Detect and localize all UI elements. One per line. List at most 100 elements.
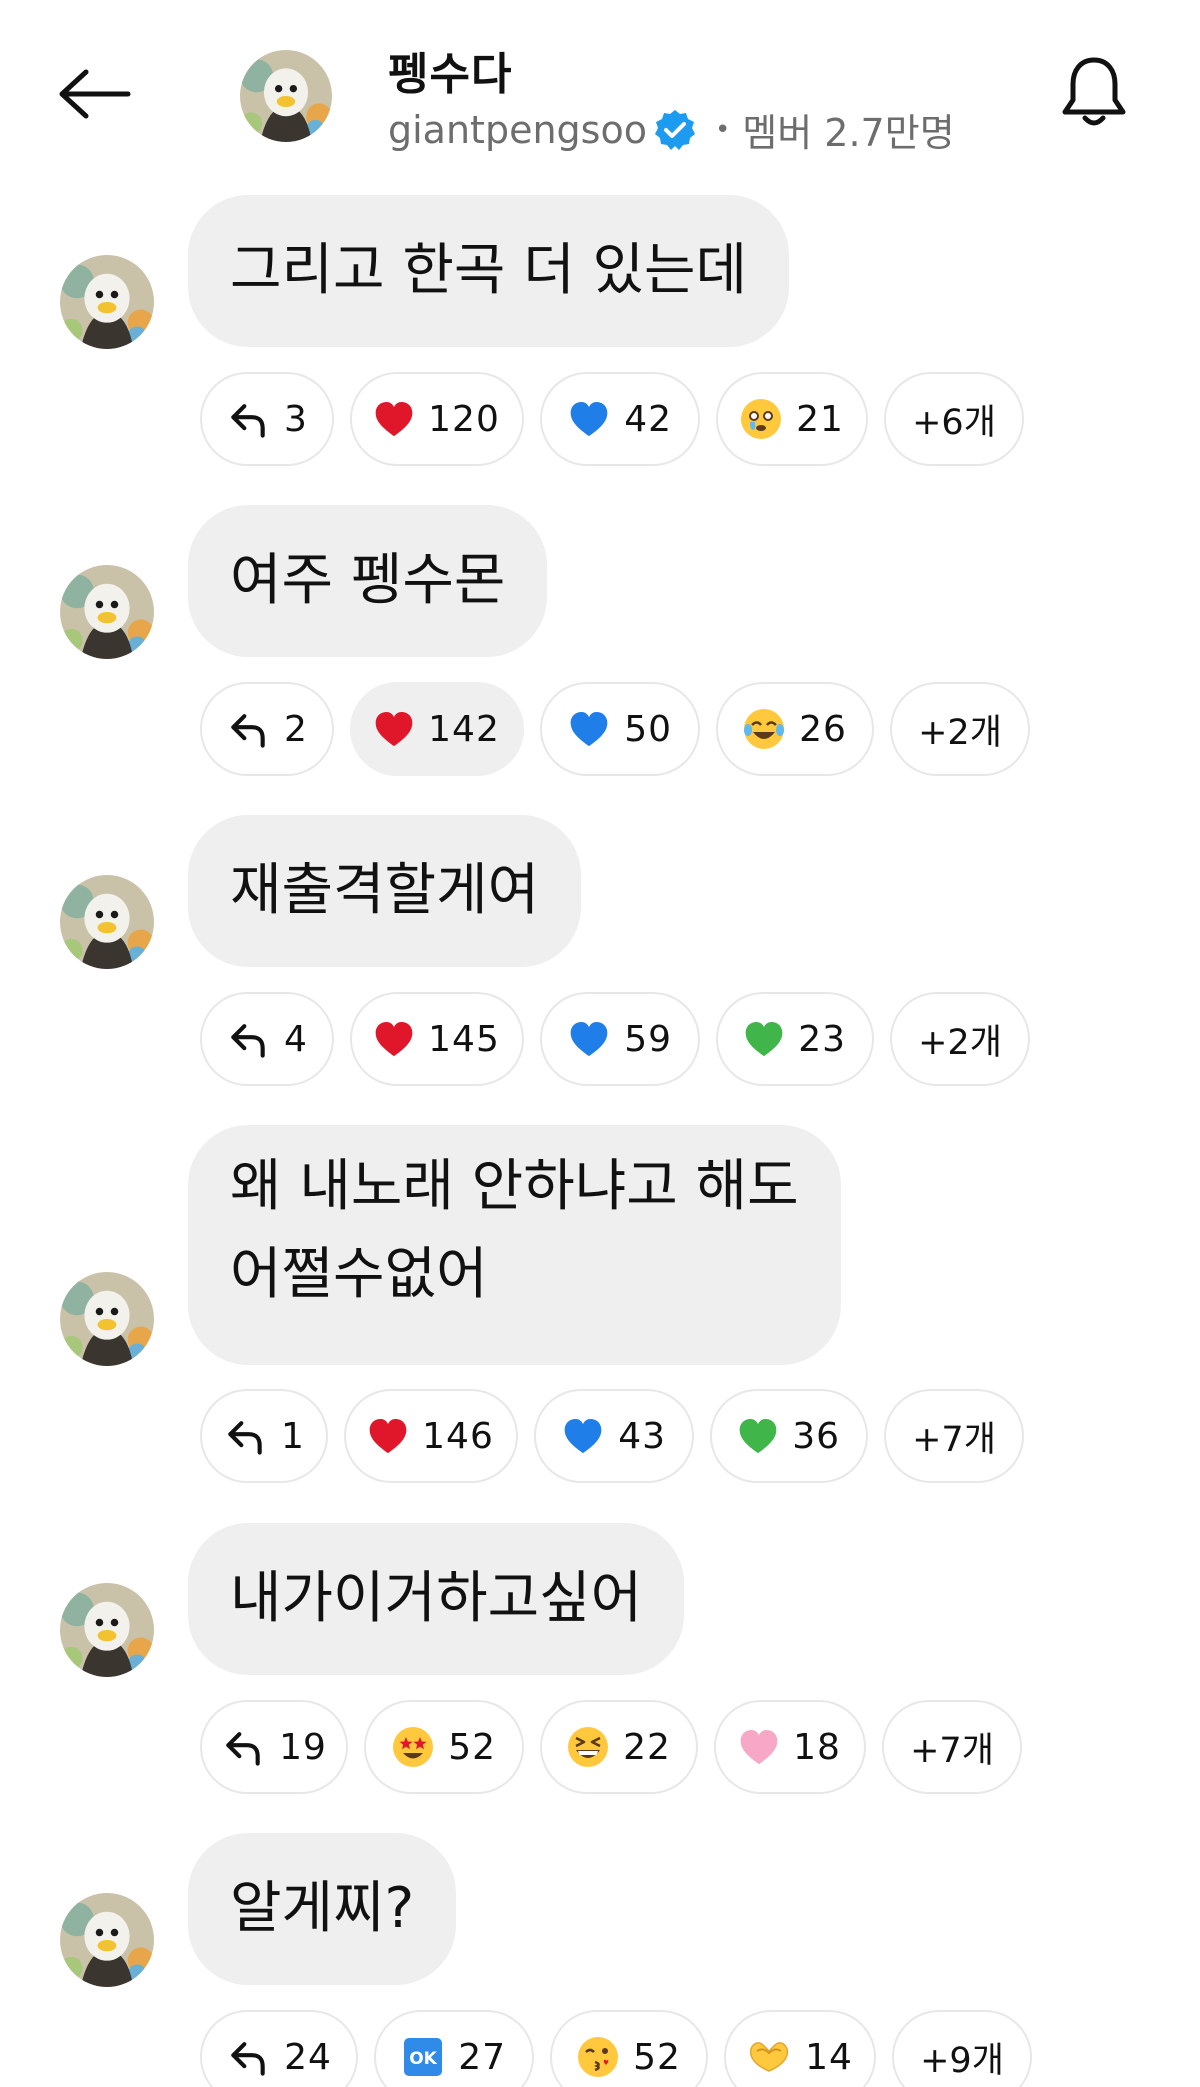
reply-icon	[223, 1414, 267, 1458]
sender-avatar[interactable]	[60, 1893, 154, 1987]
sender-avatar[interactable]	[60, 255, 154, 349]
reaction-bar: 19 52 22 18 +7개	[200, 1700, 1022, 1794]
reaction-count: 42	[624, 398, 672, 440]
reaction-chip[interactable]: 146	[344, 1389, 518, 1483]
message-bubble[interactable]: 내가이거하고싶어	[188, 1523, 685, 1675]
reaction-count: 146	[422, 1415, 494, 1457]
reaction-chip[interactable]: 50	[540, 682, 700, 776]
more-reactions-chip[interactable]: +2개	[890, 992, 1030, 1086]
reaction-count: 24	[284, 2036, 332, 2078]
ok-button-icon: OK	[402, 2035, 444, 2079]
reply-chip[interactable]: 3	[200, 372, 334, 466]
back-button[interactable]	[52, 62, 136, 130]
reply-chip[interactable]: 4	[200, 992, 334, 1086]
channel-title: 펭수다	[388, 49, 513, 100]
reply-chip[interactable]: 24	[200, 2010, 358, 2087]
reply-chip[interactable]: 19	[200, 1700, 348, 1794]
reaction-count: 36	[792, 1415, 840, 1457]
reaction-count: 26	[799, 708, 847, 750]
more-reactions-label: +6개	[912, 402, 996, 443]
reaction-chip[interactable]: 14	[724, 2010, 876, 2087]
bell-icon	[1059, 54, 1129, 134]
reaction-chip[interactable]: 21	[716, 372, 868, 466]
more-reactions-chip[interactable]: +9개	[892, 2010, 1032, 2087]
reaction-chip[interactable]: OK 27	[374, 2010, 534, 2087]
crying-face-icon	[740, 397, 782, 441]
reaction-count: 43	[618, 1415, 666, 1457]
message-text: 알게찌?	[230, 1876, 415, 1941]
reaction-chip-selected[interactable]: 142	[350, 682, 524, 776]
kissing-face-icon	[577, 2035, 619, 2079]
message-bubble[interactable]: 왜 내노래 안하냐고 해도 어쩔수없어	[188, 1125, 841, 1365]
blue-heart-icon	[568, 1017, 610, 1061]
more-reactions-label: +9개	[920, 2040, 1004, 2081]
blue-heart-icon	[562, 1414, 604, 1458]
reaction-count: 27	[458, 2036, 506, 2078]
reaction-chip[interactable]: 18	[714, 1700, 866, 1794]
channel-avatar[interactable]	[240, 50, 332, 142]
reaction-chip[interactable]: 52	[364, 1700, 524, 1794]
reaction-chip[interactable]: 145	[350, 992, 524, 1086]
message-text: 내가이거하고싶어	[230, 1566, 643, 1631]
more-reactions-chip[interactable]: +7개	[884, 1389, 1024, 1483]
reaction-chip[interactable]: 43	[534, 1389, 694, 1483]
member-count: 멤버 2.7만명	[742, 111, 955, 155]
message-text: 그리고 한곡 더 있는데	[230, 238, 748, 303]
reaction-count: 21	[796, 398, 844, 440]
more-reactions-label: +7개	[910, 1730, 994, 1771]
message-bubble[interactable]: 여주 펭수몬	[188, 505, 548, 657]
channel-handle: giantpengsoo	[388, 107, 647, 152]
reaction-count: 120	[428, 398, 500, 440]
reaction-count: 18	[793, 1726, 841, 1768]
more-reactions-chip[interactable]: +2개	[890, 682, 1030, 776]
reaction-chip[interactable]: 59	[540, 992, 700, 1086]
back-arrow-icon	[56, 68, 132, 124]
separator-dot: •	[714, 114, 731, 145]
reaction-bar: 1 146 43 36 +7개	[200, 1389, 1024, 1483]
reaction-count: 52	[633, 2036, 681, 2078]
sender-avatar[interactable]	[60, 1272, 154, 1366]
message-text: 재출격할게여	[230, 858, 540, 923]
svg-text:OK: OK	[409, 2049, 437, 2069]
reaction-chip[interactable]: 120	[350, 372, 524, 466]
reaction-bar: 3 120 42 21 +6개	[200, 372, 1024, 466]
message-bubble[interactable]: 재출격할게여	[188, 815, 582, 967]
grinning-squinting-icon	[567, 1725, 609, 1769]
more-reactions-chip[interactable]: +7개	[882, 1700, 1022, 1794]
pink-heart-icon	[739, 1725, 779, 1769]
reaction-count: 22	[623, 1726, 671, 1768]
notification-button[interactable]	[1052, 52, 1136, 136]
reply-icon	[226, 2035, 270, 2079]
red-heart-icon	[374, 1017, 414, 1061]
reply-chip[interactable]: 1	[200, 1389, 328, 1483]
green-heart-icon	[738, 1414, 778, 1458]
message-text-line-2: 어쩔수없어	[230, 1242, 488, 1307]
sender-avatar[interactable]	[60, 875, 154, 969]
message-bubble[interactable]: 알게찌?	[188, 1833, 457, 1985]
sender-avatar[interactable]	[60, 565, 154, 659]
reaction-chip[interactable]: 36	[710, 1389, 868, 1483]
reaction-count: 23	[798, 1018, 846, 1060]
tears-of-joy-icon	[743, 707, 785, 751]
red-heart-icon	[374, 707, 414, 751]
reply-chip[interactable]: 2	[200, 682, 334, 776]
reaction-chip[interactable]: 52	[550, 2010, 708, 2087]
reaction-chip[interactable]: 23	[716, 992, 874, 1086]
reaction-chip[interactable]: 22	[540, 1700, 698, 1794]
verified-badge-icon	[653, 108, 697, 152]
reaction-count: 145	[428, 1018, 500, 1060]
reaction-chip[interactable]: 26	[716, 682, 874, 776]
more-reactions-chip[interactable]: +6개	[884, 372, 1024, 466]
reaction-count: 14	[805, 2036, 853, 2078]
more-reactions-label: +7개	[912, 1419, 996, 1460]
message-bubble[interactable]: 그리고 한곡 더 있는데	[188, 195, 790, 347]
sender-avatar[interactable]	[60, 1583, 154, 1677]
reaction-count: 1	[281, 1415, 305, 1457]
reply-icon	[226, 397, 270, 441]
reaction-chip[interactable]: 42	[540, 372, 700, 466]
reaction-count: 3	[284, 398, 308, 440]
reaction-count: 19	[279, 1726, 327, 1768]
green-heart-icon	[744, 1017, 784, 1061]
channel-subtitle: giantpengsoo • 멤버 2.7만명	[388, 102, 955, 157]
app-header: 펭수다 giantpengsoo • 멤버 2.7만명	[0, 0, 1200, 185]
